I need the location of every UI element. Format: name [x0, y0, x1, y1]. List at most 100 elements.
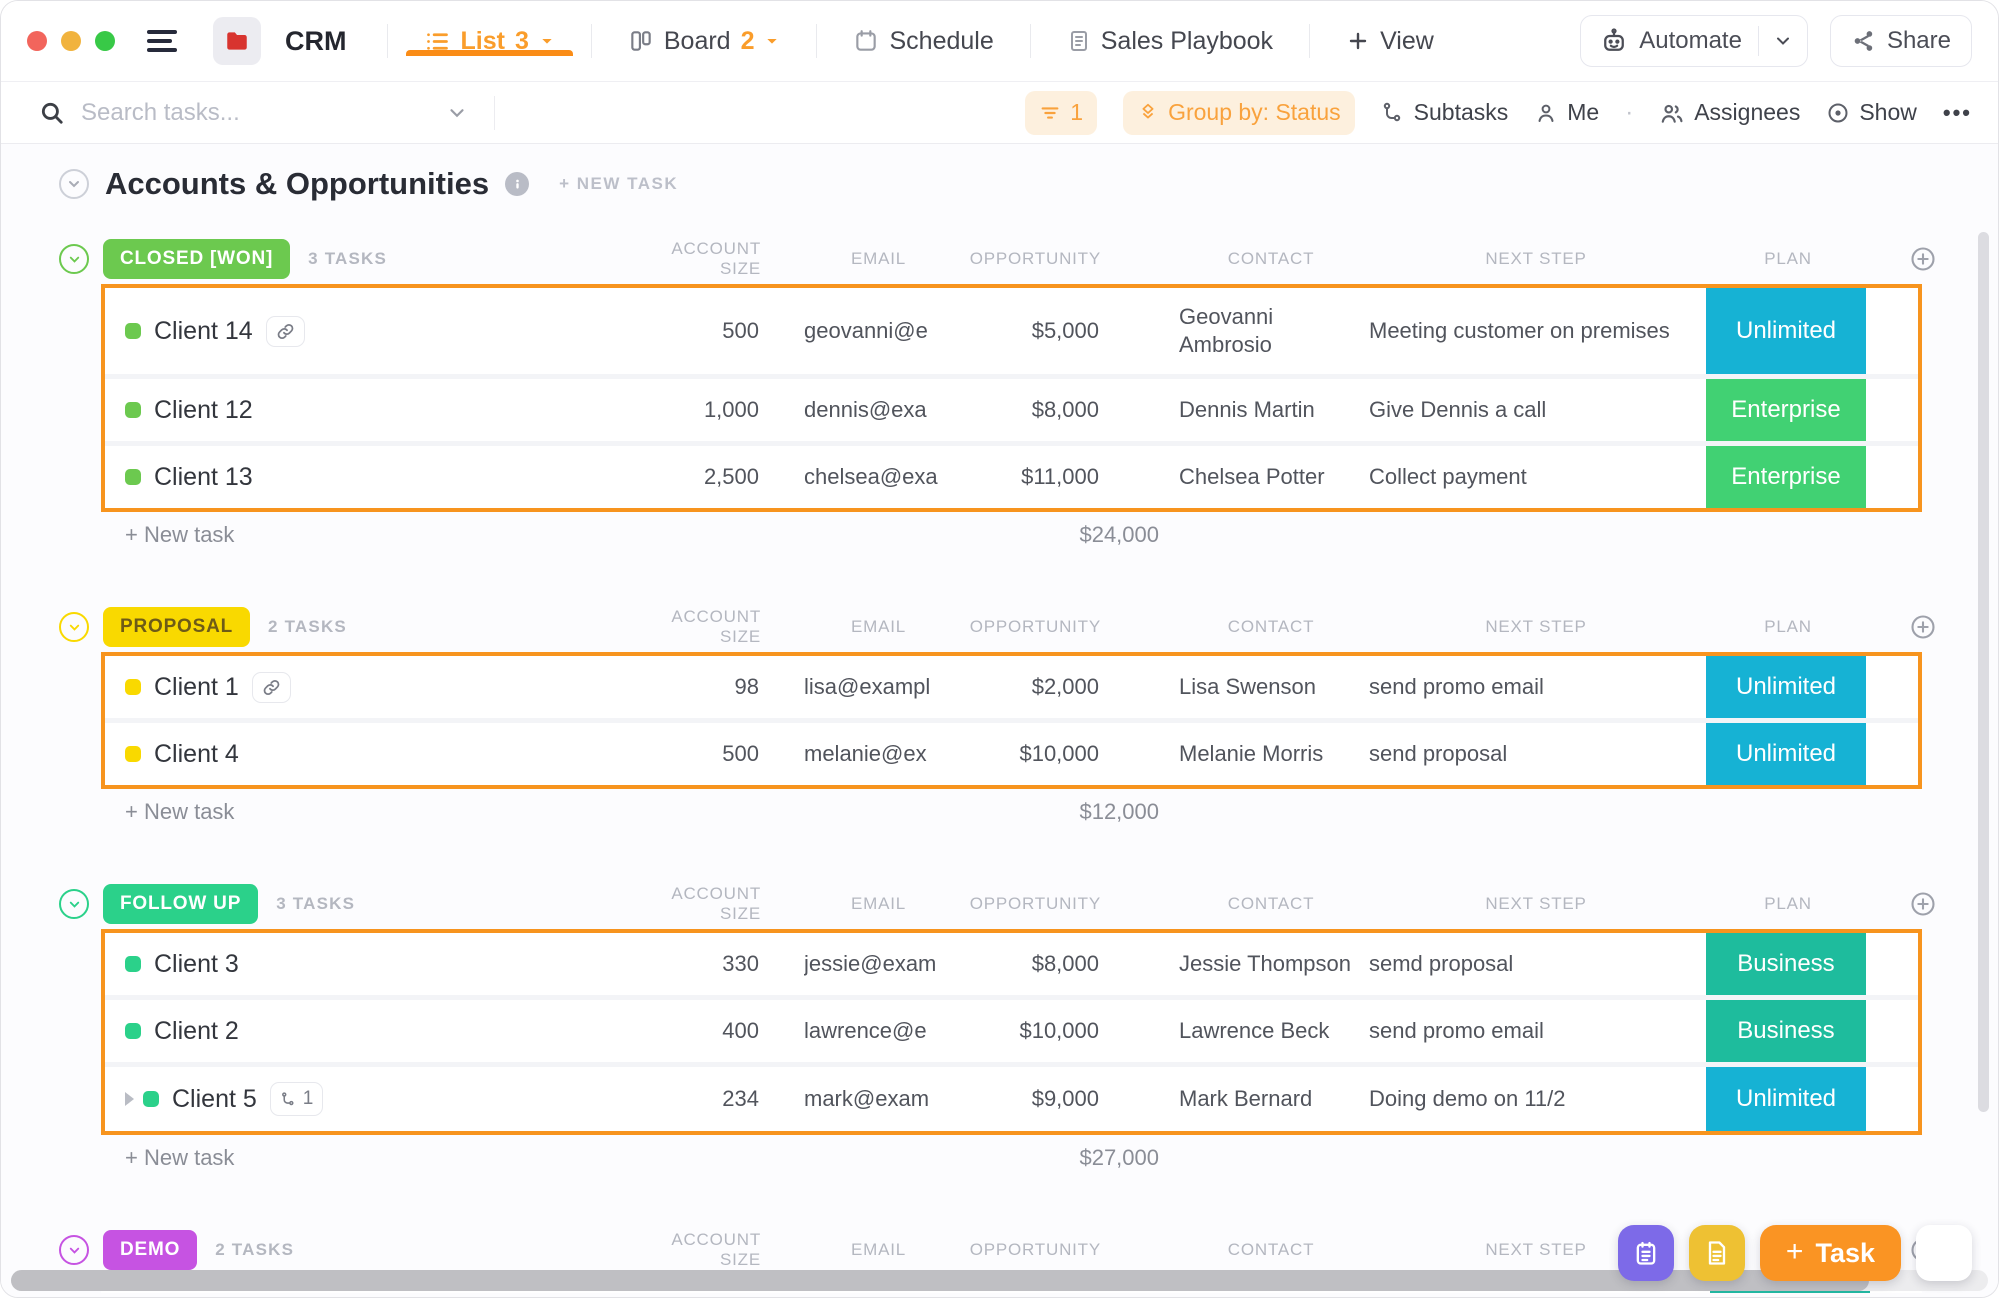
task-row[interactable]: Client 5 1 234 mark@exam $9,000 Mark Ber…	[105, 1067, 1918, 1131]
account-size-cell[interactable]: 330	[639, 951, 759, 977]
column-header-email[interactable]: EMAIL	[806, 1240, 951, 1260]
horizontal-scrollbar-thumb[interactable]	[11, 1270, 1870, 1291]
new-task-button[interactable]: + New task	[101, 1145, 699, 1171]
opportunity-cell[interactable]: $5,000	[949, 318, 1099, 344]
opportunity-cell[interactable]: $9,000	[949, 1086, 1099, 1112]
email-cell[interactable]: melanie@ex	[804, 741, 949, 767]
notepad-fab-button[interactable]	[1617, 1225, 1674, 1281]
column-header-opportunity[interactable]: OPPORTUNITY	[951, 1240, 1101, 1260]
column-header-contact[interactable]: CONTACT	[1181, 890, 1361, 918]
contact-cell[interactable]: Dennis Martin	[1179, 396, 1359, 424]
status-dot[interactable]	[125, 679, 141, 695]
column-header-next-step[interactable]: NEXT STEP	[1371, 617, 1701, 637]
subtasks-button[interactable]: Subtasks	[1381, 99, 1508, 126]
new-task-button[interactable]: + New task	[101, 799, 699, 825]
collapse-group-icon[interactable]	[59, 1235, 89, 1265]
account-size-cell[interactable]: 234	[639, 1086, 759, 1112]
collapse-list-icon[interactable]	[59, 169, 89, 199]
plan-cell[interactable]: Business	[1706, 933, 1866, 995]
account-size-cell[interactable]: 1,000	[639, 397, 759, 423]
next-step-cell[interactable]: Doing demo on 11/2	[1369, 1086, 1699, 1112]
column-header-contact[interactable]: CONTACT	[1181, 245, 1361, 273]
tab-sales-playbook[interactable]: Sales Playbook	[1041, 27, 1299, 56]
contact-cell[interactable]: Lisa Swenson	[1179, 673, 1359, 701]
search-input[interactable]: Search tasks...	[39, 99, 468, 127]
task-name[interactable]: Client 13	[154, 463, 253, 492]
task-name[interactable]: Client 14	[154, 317, 253, 346]
next-step-cell[interactable]: Meeting customer on premises	[1369, 318, 1699, 344]
add-view-button[interactable]: View	[1320, 27, 1460, 56]
column-header-opportunity[interactable]: OPPORTUNITY	[951, 617, 1101, 637]
collapse-group-icon[interactable]	[59, 244, 89, 274]
add-column-icon[interactable]	[1868, 613, 1978, 641]
group-by-button[interactable]: Group by: Status	[1123, 90, 1355, 135]
task-name[interactable]: Client 4	[154, 740, 239, 769]
account-size-cell[interactable]: 2,500	[639, 464, 759, 490]
new-task-top-button[interactable]: + NEW TASK	[559, 174, 678, 194]
account-size-cell[interactable]: 500	[639, 741, 759, 767]
next-step-cell[interactable]: Collect payment	[1369, 464, 1699, 490]
column-header-email[interactable]: EMAIL	[806, 249, 951, 269]
status-dot[interactable]	[125, 323, 141, 339]
column-header-next-step[interactable]: NEXT STEP	[1371, 249, 1701, 269]
expand-row-icon[interactable]	[125, 1092, 134, 1106]
next-step-cell[interactable]: send proposal	[1369, 741, 1699, 767]
column-header-opportunity[interactable]: OPPORTUNITY	[951, 894, 1101, 914]
search-chevron-icon[interactable]	[446, 102, 468, 124]
tab-board[interactable]: Board 2	[602, 27, 807, 56]
status-dot[interactable]	[125, 469, 141, 485]
email-cell[interactable]: mark@exam	[804, 1086, 949, 1112]
next-step-cell[interactable]: Give Dennis a call	[1369, 397, 1699, 423]
collapse-group-icon[interactable]	[59, 889, 89, 919]
add-task-fab-button[interactable]: + Task	[1759, 1225, 1901, 1281]
contact-cell[interactable]: Melanie Morris	[1179, 740, 1359, 768]
status-dot[interactable]	[143, 1091, 159, 1107]
info-icon[interactable]	[505, 172, 530, 196]
task-row[interactable]: Client 1 98 lisa@exampl $2,000 Lisa Swen…	[105, 656, 1918, 718]
me-button[interactable]: Me	[1534, 99, 1599, 126]
task-name[interactable]: Client 2	[154, 1017, 239, 1046]
new-task-button[interactable]: + New task	[101, 522, 699, 548]
plan-cell[interactable]: Business	[1706, 1000, 1866, 1062]
account-size-cell[interactable]: 400	[639, 1018, 759, 1044]
add-column-icon[interactable]	[1868, 245, 1978, 273]
status-dot[interactable]	[125, 956, 141, 972]
contact-cell[interactable]: Geovanni Ambrosio	[1179, 303, 1359, 359]
status-dot[interactable]	[125, 746, 141, 762]
column-header-contact[interactable]: CONTACT	[1181, 1236, 1361, 1264]
plan-cell[interactable]: Unlimited	[1706, 656, 1866, 718]
show-button[interactable]: Show	[1826, 99, 1917, 126]
window-zoom-button[interactable]	[95, 31, 115, 51]
opportunity-cell[interactable]: $11,000	[949, 464, 1099, 490]
add-column-icon[interactable]	[1868, 890, 1978, 918]
assignees-button[interactable]: Assignees	[1659, 99, 1800, 126]
column-header-plan[interactable]: PLAN	[1708, 249, 1868, 269]
workspace-folder-icon[interactable]	[213, 17, 261, 65]
contact-cell[interactable]: Jessie Thompson	[1179, 950, 1359, 978]
email-cell[interactable]: lisa@exampl	[804, 674, 949, 700]
docs-fab-button[interactable]	[1688, 1225, 1745, 1281]
share-button[interactable]: Share	[1829, 15, 1972, 67]
opportunity-cell[interactable]: $10,000	[949, 741, 1099, 767]
status-dot[interactable]	[125, 402, 141, 418]
account-size-cell[interactable]: 500	[639, 318, 759, 344]
column-header-contact[interactable]: CONTACT	[1181, 613, 1361, 641]
opportunity-cell[interactable]: $10,000	[949, 1018, 1099, 1044]
task-row[interactable]: Client 14 500 geovanni@e $5,000 Geovanni…	[105, 288, 1918, 374]
column-header-account-size[interactable]: ACCOUNT SIZE	[641, 607, 761, 647]
plan-cell[interactable]: Unlimited	[1706, 288, 1866, 374]
plan-cell[interactable]: Unlimited	[1706, 723, 1866, 785]
window-minimize-button[interactable]	[61, 31, 81, 51]
column-header-account-size[interactable]: ACCOUNT SIZE	[641, 884, 761, 924]
link-icon[interactable]	[251, 671, 291, 703]
filter-button[interactable]: 1	[1025, 90, 1098, 135]
collapse-group-icon[interactable]	[59, 612, 89, 642]
column-header-plan[interactable]: PLAN	[1708, 894, 1868, 914]
task-row[interactable]: Client 3 330 jessie@exam $8,000 Jessie T…	[105, 933, 1918, 995]
automate-button[interactable]: Automate	[1580, 15, 1808, 67]
window-close-button[interactable]	[27, 31, 47, 51]
status-badge[interactable]: DEMO	[103, 1230, 198, 1270]
email-cell[interactable]: dennis@exa	[804, 397, 949, 423]
sidebar-menu-icon[interactable]	[147, 26, 177, 56]
next-step-cell[interactable]: semd proposal	[1369, 951, 1699, 977]
